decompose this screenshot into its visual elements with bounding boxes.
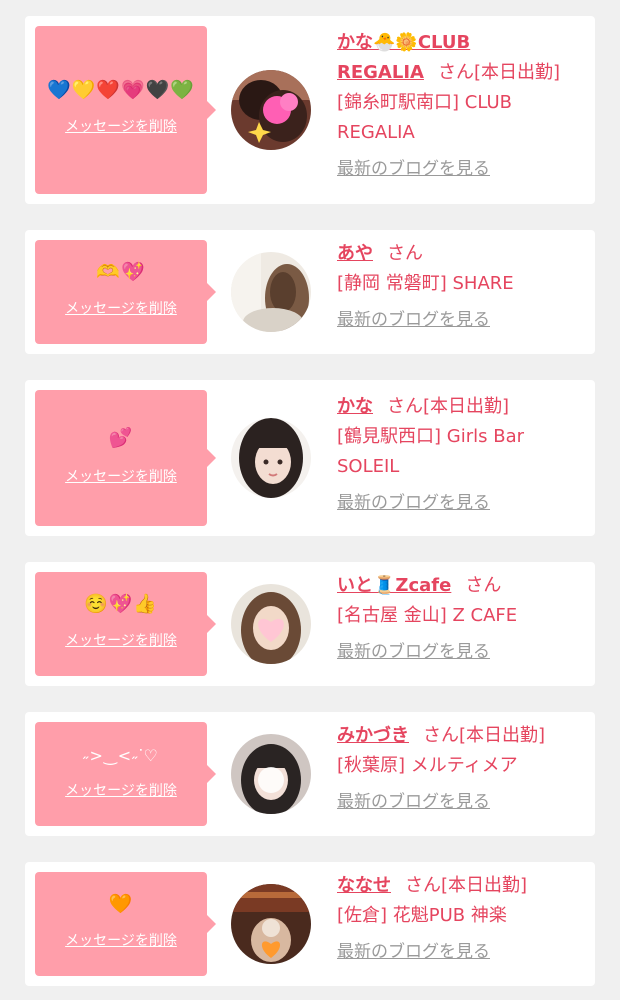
message-text: 💙💛❤️💗🖤💚 (47, 79, 195, 101)
message-text: ˶>‿<˶ᐝ♡ (83, 746, 159, 765)
status-tag: [本日出勤] (441, 875, 528, 896)
message-bubble: 💕 メッセージを削除 (35, 390, 216, 526)
latest-blog-link[interactable]: 最新のブログを見る (337, 937, 490, 967)
cast-info: みかづき さん[本日出勤] [秋葉原] メルティメア 最新のブログを見る (337, 721, 587, 817)
cast-name-link[interactable]: みかづき (337, 725, 409, 746)
cast-info: あや さん [静岡 常磐町] SHARE 最新のブログを見る (337, 239, 587, 335)
avatar[interactable] (231, 70, 311, 150)
latest-blog-link[interactable]: 最新のブログを見る (337, 787, 490, 817)
cast-name-link[interactable]: かな (337, 396, 373, 417)
cast-card: 💕 メッセージを削除 かな さん[本日出勤] [鶴見駅西口] Girls Bar … (25, 380, 595, 536)
honorific: さん (437, 62, 474, 83)
delete-message-link[interactable]: メッセージを削除 (35, 932, 207, 950)
latest-blog-link[interactable]: 最新のブログを見る (337, 637, 490, 667)
delete-message-link[interactable]: メッセージを削除 (35, 118, 207, 136)
avatar[interactable] (231, 252, 311, 332)
latest-blog-link[interactable]: 最新のブログを見る (337, 305, 490, 335)
message-text: 🧡 (108, 893, 134, 915)
cast-card: 🫶💖 メッセージを削除 あや さん [静岡 常磐町] SHARE 最新のブログを見… (25, 230, 595, 354)
shop-name: [秋葉原] メルティメア (337, 755, 518, 776)
cast-card: 💙💛❤️💗🖤💚 メッセージを削除 かな🐣🌼CLUB REGALIA さん[本日出勤… (25, 16, 595, 204)
latest-blog-link[interactable]: 最新のブログを見る (337, 154, 490, 184)
message-text: 💕 (108, 427, 134, 449)
avatar[interactable] (231, 734, 311, 814)
shop-name: [錦糸町駅南口] CLUB REGALIA (337, 92, 512, 143)
cast-info: かな さん[本日出勤] [鶴見駅西口] Girls Bar SOLEIL 最新のブ… (337, 392, 587, 518)
message-text: ☺️💖👍 (84, 593, 158, 615)
honorific: さん (387, 243, 423, 264)
honorific: さん (387, 396, 423, 417)
honorific: さん (465, 575, 502, 596)
delete-message-link[interactable]: メッセージを削除 (35, 468, 207, 486)
shop-name: [名古屋 金山] Z CAFE (337, 605, 518, 626)
cast-info: いと🧵Zcafe さん [名古屋 金山] Z CAFE 最新のブログを見る (337, 571, 587, 667)
delete-message-link[interactable]: メッセージを削除 (35, 632, 207, 650)
honorific: さん (405, 875, 441, 896)
status-tag: [本日出勤] (459, 725, 546, 746)
message-bubble: 🫶💖 メッセージを削除 (35, 240, 216, 344)
message-bubble: 💙💛❤️💗🖤💚 メッセージを削除 (35, 26, 216, 194)
status-tag: [本日出勤] (423, 396, 510, 417)
message-bubble: 🧡 メッセージを削除 (35, 872, 216, 976)
avatar[interactable] (231, 418, 311, 498)
shop-name: [鶴見駅西口] Girls Bar SOLEIL (337, 426, 524, 477)
cast-card: 🧡 メッセージを削除 ななせ さん[本日出勤] [佐倉] 花魁PUB 神楽 最新の… (25, 862, 595, 986)
message-bubble: ˶>‿<˶ᐝ♡ メッセージを削除 (35, 722, 216, 826)
cast-info: ななせ さん[本日出勤] [佐倉] 花魁PUB 神楽 最新のブログを見る (337, 871, 587, 967)
cast-name-link[interactable]: いと🧵Zcafe (337, 575, 451, 596)
cast-card: ☺️💖👍 メッセージを削除 いと🧵Zcafe さん [名古屋 金山] Z CAFE… (25, 562, 595, 686)
cast-name-link[interactable]: ななせ (337, 875, 391, 896)
delete-message-link[interactable]: メッセージを削除 (35, 300, 207, 318)
delete-message-link[interactable]: メッセージを削除 (35, 782, 207, 800)
message-text: 🫶💖 (96, 261, 146, 283)
cast-name-link[interactable]: かな🐣🌼CLUB (337, 32, 470, 53)
latest-blog-link[interactable]: 最新のブログを見る (337, 488, 490, 518)
cast-name-link-cont[interactable]: REGALIA (337, 62, 424, 83)
honorific: さん (423, 725, 459, 746)
shop-name: [静岡 常磐町] SHARE (337, 273, 514, 294)
status-tag: [本日出勤] (473, 62, 561, 83)
cast-card: ˶>‿<˶ᐝ♡ メッセージを削除 みかづき さん[本日出勤] [秋葉原] メルティ… (25, 712, 595, 836)
message-bubble: ☺️💖👍 メッセージを削除 (35, 572, 216, 676)
cast-info: かな🐣🌼CLUB REGALIA さん[本日出勤] [錦糸町駅南口] CLUB R… (337, 28, 587, 184)
shop-name: [佐倉] 花魁PUB 神楽 (337, 905, 507, 926)
avatar[interactable] (231, 584, 311, 664)
cast-name-link[interactable]: あや (337, 243, 373, 264)
avatar[interactable] (231, 884, 311, 964)
